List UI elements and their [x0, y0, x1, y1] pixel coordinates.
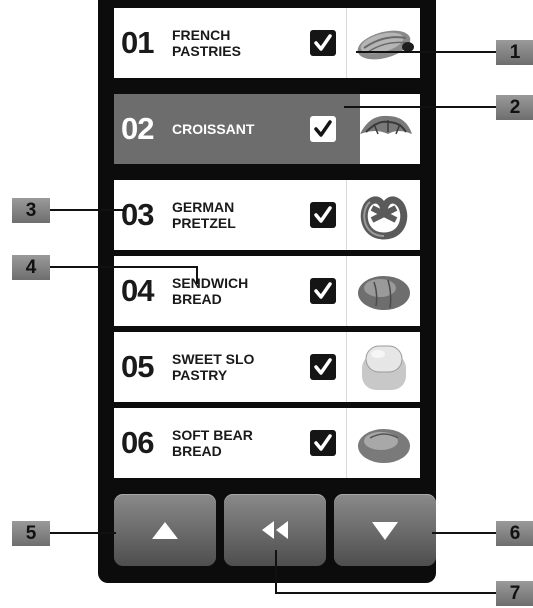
item-name: SWEET SLO PASTRY [172, 351, 255, 383]
callout-5: 5 [12, 521, 50, 546]
item-checkbox[interactable] [310, 354, 336, 380]
scroll-up-button[interactable] [114, 494, 216, 566]
callout-6: 6 [496, 521, 533, 546]
item-checkbox[interactable] [310, 202, 336, 228]
croissant-image [360, 115, 412, 135]
item-checkbox[interactable] [310, 30, 336, 56]
leader-line-2 [344, 106, 496, 108]
item-name: GERMAN PRETZEL [172, 199, 236, 231]
item-name: CROISSANT [172, 121, 255, 137]
list-item-selected[interactable]: 02 CROISSANT [114, 94, 420, 164]
leader-line-3 [50, 209, 126, 211]
leader-line-1 [356, 51, 496, 53]
list-item[interactable]: 05 SWEET SLO PASTRY [114, 332, 420, 402]
callout-3: 3 [12, 198, 50, 223]
item-number: 01 [121, 25, 154, 60]
leader-line-7-drop [275, 550, 277, 593]
item-checkbox[interactable] [310, 116, 336, 142]
item-name: SOFT BEAR BREAD [172, 427, 253, 459]
leader-line-4-drop [196, 266, 198, 284]
triangle-up-icon [152, 522, 178, 539]
leader-line-6 [432, 532, 496, 534]
item-checkbox[interactable] [310, 278, 336, 304]
leader-line-5 [50, 532, 116, 534]
list-item[interactable]: 06 SOFT BEAR BREAD [114, 408, 420, 478]
item-number: 06 [121, 425, 154, 460]
product-list: 01 FRENCH PASTRIES 02 CROISSANT 03 GERMA… [114, 0, 420, 480]
leader-line-7 [275, 592, 496, 594]
list-item[interactable]: 03 GERMAN PRETZEL [114, 180, 420, 250]
bun-image [358, 429, 410, 463]
callout-4: 4 [12, 255, 50, 280]
item-divider [346, 256, 347, 326]
bread-roll-image [358, 276, 410, 310]
item-divider [346, 8, 347, 78]
item-number: 02 [121, 111, 154, 146]
pretzel-image [360, 196, 408, 240]
callout-1: 1 [496, 40, 533, 65]
item-number: 05 [121, 349, 154, 384]
device-frame: 01 FRENCH PASTRIES 02 CROISSANT 03 GERMA… [98, 0, 436, 583]
pastry-image [357, 30, 414, 60]
item-divider [346, 408, 347, 478]
callout-2: 2 [496, 95, 533, 120]
item-name: FRENCH PASTRIES [172, 27, 241, 59]
leader-line-4 [50, 266, 196, 268]
item-divider [346, 180, 347, 250]
scroll-down-button[interactable] [334, 494, 436, 566]
list-item[interactable]: 01 FRENCH PASTRIES [114, 8, 420, 78]
callout-7: 7 [496, 581, 533, 606]
item-divider [346, 332, 347, 402]
sweet-bread-image [362, 345, 406, 390]
triangle-down-icon [372, 522, 398, 540]
item-number: 03 [121, 197, 154, 232]
item-checkbox[interactable] [310, 430, 336, 456]
